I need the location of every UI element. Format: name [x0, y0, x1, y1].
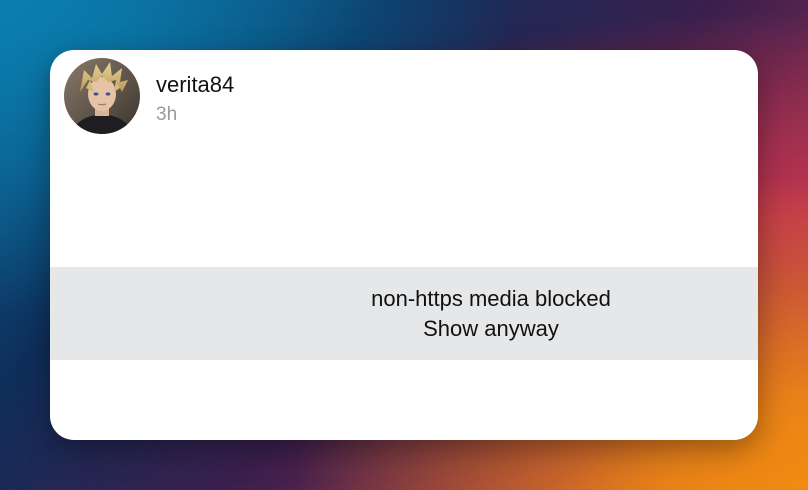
post-header: verita84 3h [64, 58, 234, 134]
blocked-media-notice: non-https media blocked Show anyway [50, 267, 758, 360]
blocked-media-message: non-https media blocked [371, 286, 611, 311]
post-timestamp[interactable]: 3h [156, 102, 234, 128]
post-card: verita84 3h non-https media blocked Show… [50, 50, 758, 440]
username[interactable]: verita84 [156, 72, 234, 98]
avatar[interactable] [64, 58, 140, 134]
show-anyway-button[interactable]: Show anyway [346, 314, 636, 344]
post-meta: verita84 3h [156, 58, 234, 128]
blocked-media-text-group: non-https media blocked Show anyway [346, 284, 636, 344]
avatar-image-icon [64, 58, 140, 134]
